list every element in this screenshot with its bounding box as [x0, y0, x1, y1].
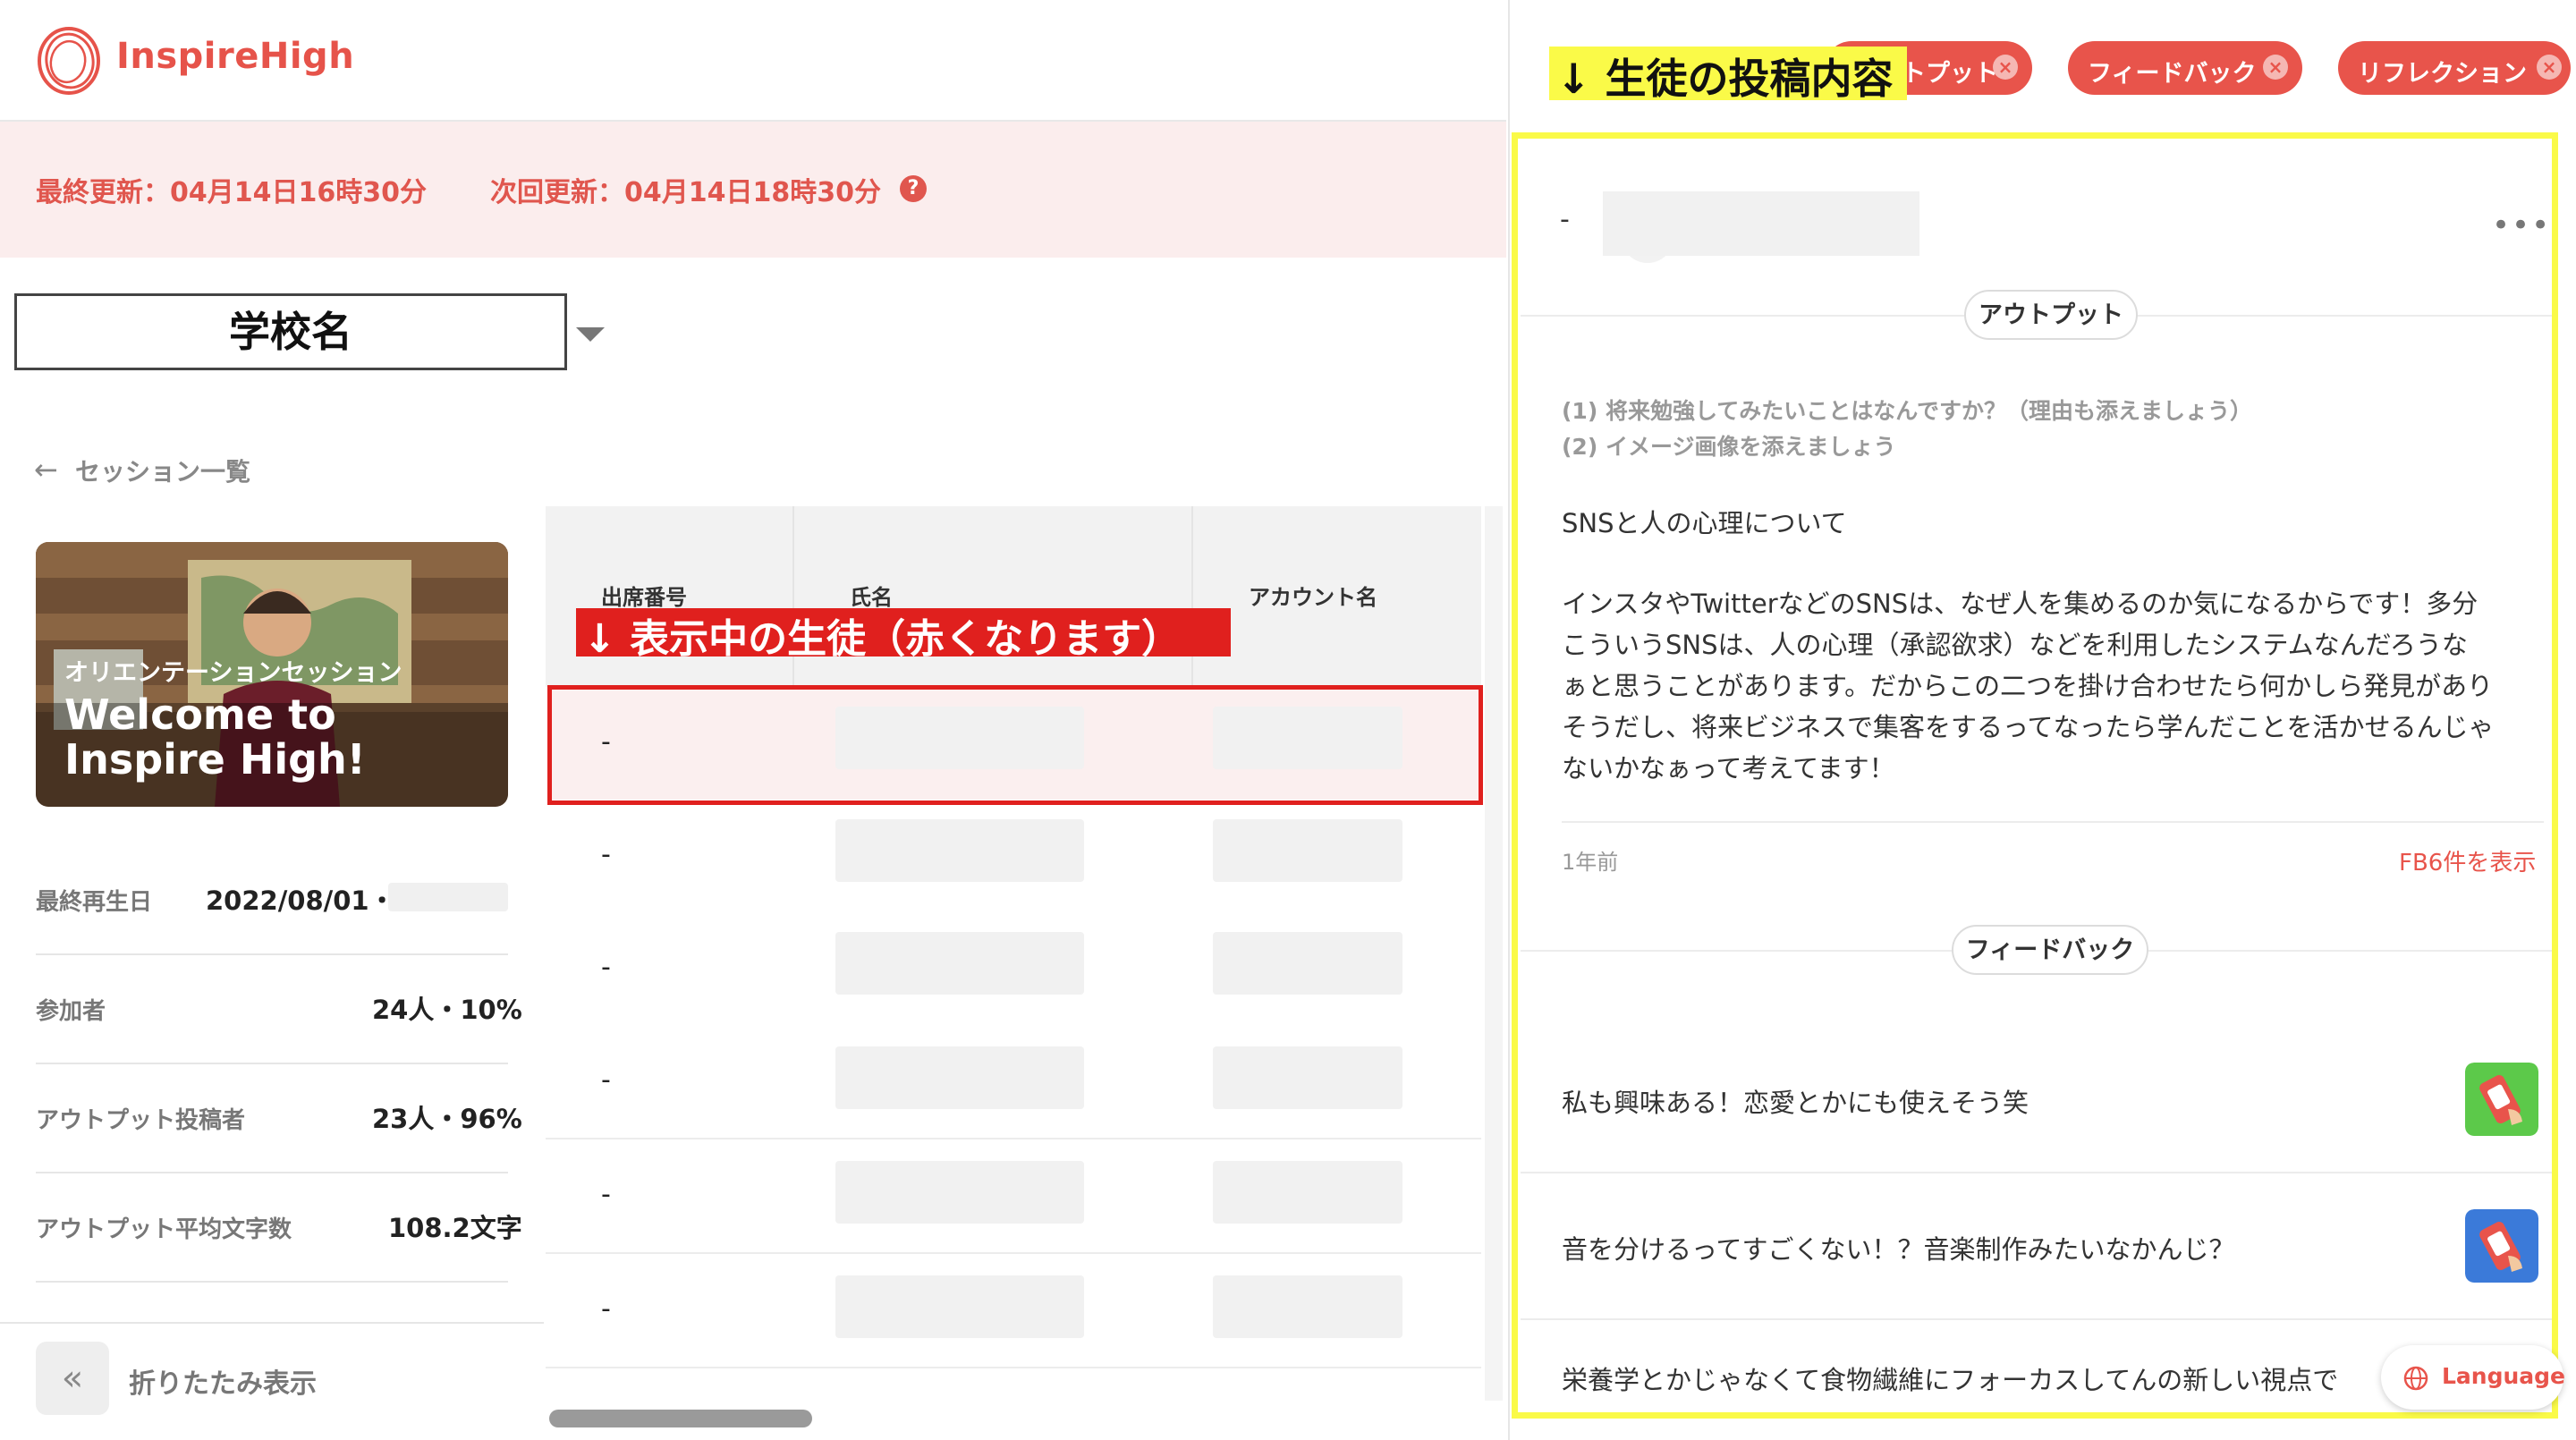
chevron-down-icon[interactable] — [576, 327, 605, 342]
session-title-line2: Inspire High! — [64, 735, 366, 784]
posts-annotation-box — [1512, 132, 2558, 1419]
annotation-selected-student: ↓ 表示中の生徒（赤くなります） — [583, 616, 1182, 662]
stat-value: 24人・10% — [372, 995, 522, 1025]
arrow-left-icon[interactable]: ← — [34, 453, 58, 487]
help-icon[interactable]: ? — [900, 175, 927, 202]
redacted-account — [1213, 1046, 1402, 1109]
redacted-account — [1213, 1161, 1402, 1224]
cell-number: - — [601, 1179, 611, 1210]
redacted-name — [835, 819, 1084, 882]
cell-number: - — [601, 952, 611, 983]
cell-number: - — [601, 1293, 611, 1325]
vertical-scrollbar[interactable] — [1485, 506, 1503, 1401]
redacted-placeholder — [388, 883, 508, 911]
horizontal-scrollbar-thumb[interactable] — [549, 1410, 812, 1427]
inspirehigh-logo-icon — [38, 27, 100, 95]
stat-value: 2022/08/01・ — [206, 885, 395, 916]
close-icon[interactable]: × — [2263, 55, 2288, 80]
logo-text: InspireHigh — [116, 36, 355, 77]
redacted-name — [835, 1046, 1084, 1109]
cell-number: - — [601, 1064, 611, 1096]
filter-chip-feedback[interactable]: フィードバック × — [2068, 41, 2302, 95]
column-divider — [1191, 506, 1193, 687]
filter-chip-label: リフレクション — [2358, 60, 2527, 88]
filter-chip-reflection[interactable]: リフレクション × — [2338, 41, 2571, 95]
session-list-link[interactable]: セッション一覧 — [75, 453, 250, 488]
redacted-account — [1213, 932, 1402, 995]
last-update-text: 最終更新：04月14日16時30分 — [36, 177, 427, 208]
redacted-account — [1213, 819, 1402, 882]
stat-value: 23人・96% — [372, 1104, 522, 1134]
divider — [36, 1063, 508, 1064]
redacted-name — [835, 932, 1084, 995]
collapse-button[interactable]: « — [36, 1342, 109, 1415]
stat-label: アウトプット平均文字数 — [36, 1216, 292, 1243]
globe-icon — [2403, 1366, 2428, 1391]
stat-label: 最終再生日 — [36, 889, 153, 916]
annotation-student-posts: ↓ 生徒の投稿内容 — [1556, 55, 1894, 103]
close-icon[interactable]: × — [1993, 55, 2018, 80]
divider — [36, 953, 508, 955]
collapse-label[interactable]: 折りたたみ表示 — [129, 1361, 317, 1401]
stat-value: 108.2文字 — [388, 1213, 522, 1243]
stat-label: 参加者 — [36, 998, 106, 1025]
redacted-account — [1213, 1275, 1402, 1338]
column-header-account[interactable]: アカウント名 — [1249, 580, 1377, 611]
school-select-value: 学校名 — [229, 308, 352, 356]
divider — [0, 1322, 544, 1324]
selected-row-annotation-box — [547, 685, 1483, 805]
divider — [36, 1172, 508, 1173]
filter-chip-label: フィードバック — [2088, 60, 2257, 88]
session-title-line1: Welcome to — [64, 690, 336, 739]
session-subtitle: オリエンテーションセッション — [64, 659, 402, 687]
next-update-text: 次回更新：04月14日18時30分 — [490, 177, 881, 208]
close-icon[interactable]: × — [2537, 55, 2562, 80]
language-label[interactable]: Language — [2442, 1363, 2565, 1389]
cell-number: - — [601, 839, 611, 870]
stat-label: アウトプット投稿者 — [36, 1107, 246, 1134]
redacted-name — [835, 1275, 1084, 1338]
divider — [36, 1281, 508, 1283]
redacted-name — [835, 1161, 1084, 1224]
